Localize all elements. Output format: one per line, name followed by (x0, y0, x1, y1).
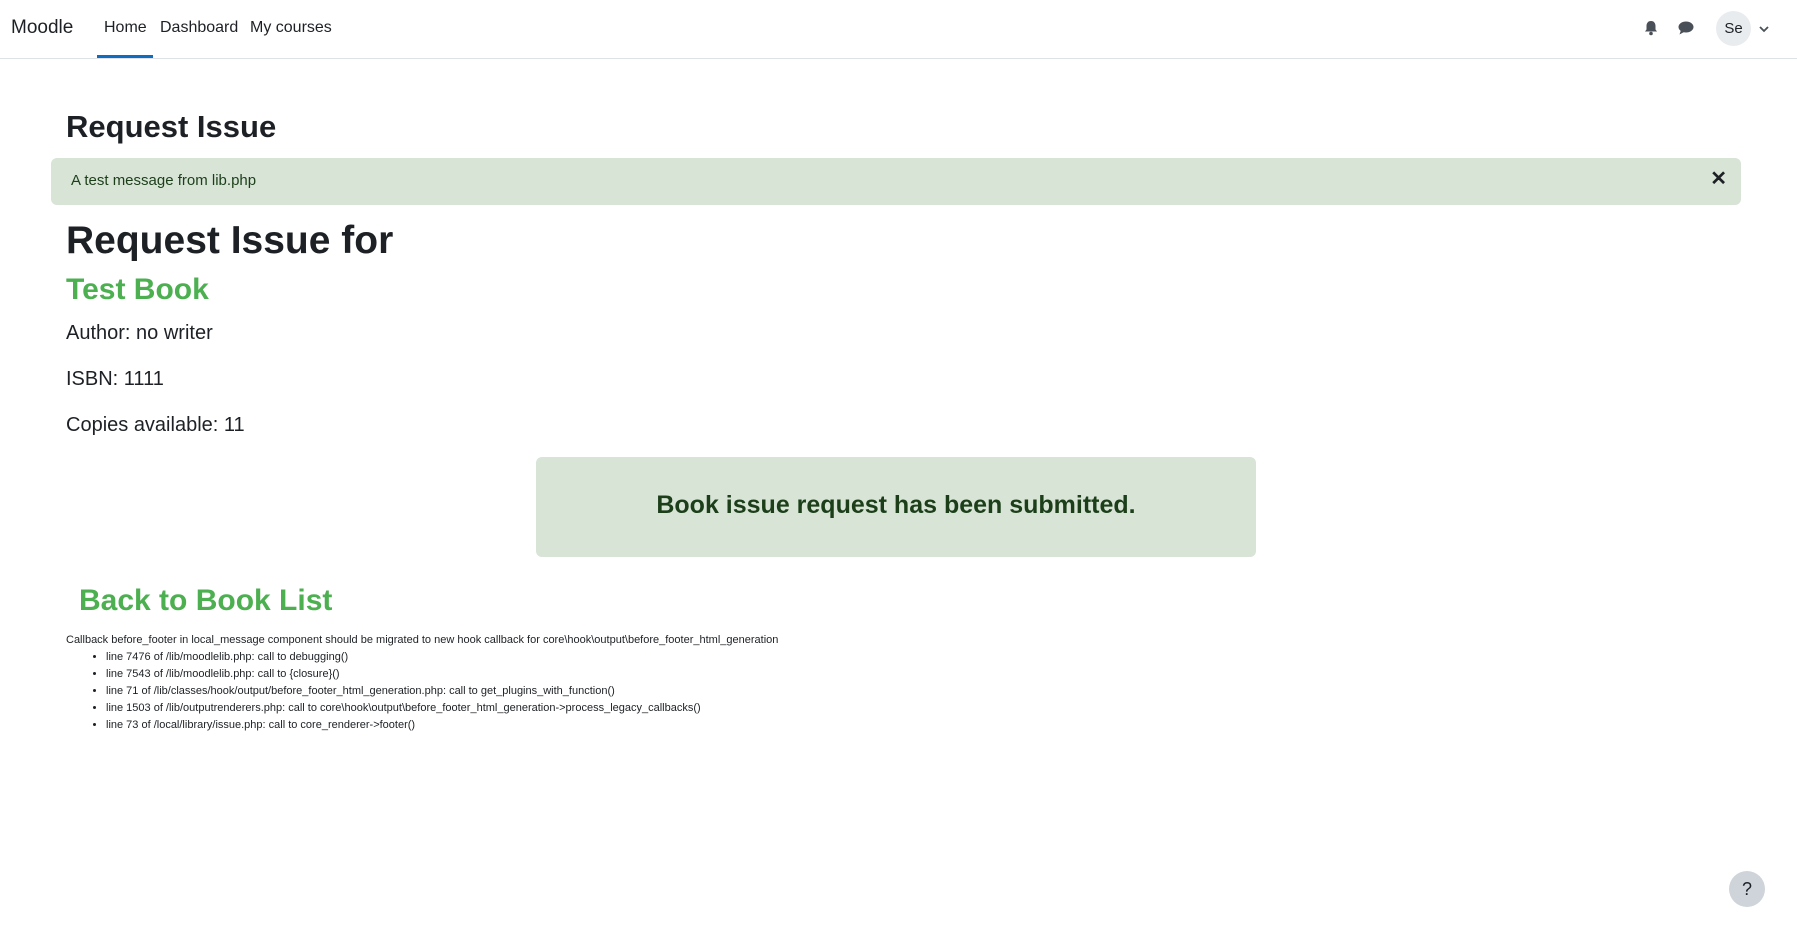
info-alert: A test message from lib.php ✕ (51, 158, 1741, 205)
debug-message: Callback before_footer in local_message … (66, 634, 779, 646)
site-brand[interactable]: Moodle (11, 17, 73, 39)
top-navbar: Moodle Home Dashboard My courses Se (0, 0, 1797, 59)
debug-trace-item: line 1503 of /lib/outputrenderers.php: c… (106, 700, 778, 717)
close-icon[interactable]: ✕ (1710, 169, 1727, 189)
debug-trace-item: line 7476 of /lib/moodlelib.php: call to… (106, 649, 778, 666)
user-avatar[interactable]: Se (1716, 11, 1751, 46)
nav-my-courses[interactable]: My courses (250, 19, 332, 37)
debug-trace-list: line 7476 of /lib/moodlelib.php: call to… (66, 649, 778, 734)
help-button[interactable]: ? (1729, 871, 1765, 907)
book-isbn: ISBN: 1111 (66, 368, 164, 390)
chat-icon[interactable] (1676, 18, 1696, 38)
nav-dashboard[interactable]: Dashboard (160, 19, 238, 37)
debug-trace-item: line 71 of /lib/classes/hook/output/befo… (106, 683, 778, 700)
book-copies: Copies available: 11 (66, 414, 245, 436)
bell-icon[interactable] (1641, 18, 1661, 38)
alert-message: A test message from lib.php (71, 172, 257, 189)
success-message: Book issue request has been submitted. (656, 491, 1136, 519)
request-issue-heading: Request Issue for (66, 219, 394, 262)
debug-output: Callback before_footer in local_message … (66, 633, 778, 734)
success-notification: Book issue request has been submitted. (536, 457, 1256, 557)
debug-trace-item: line 7543 of /lib/moodlelib.php: call to… (106, 666, 778, 683)
back-to-book-list-link[interactable]: Back to Book List (79, 584, 332, 618)
nav-home[interactable]: Home (104, 19, 147, 37)
book-author: Author: no writer (66, 322, 213, 344)
page-title: Request Issue (66, 109, 277, 144)
chevron-down-icon[interactable] (1758, 22, 1770, 34)
active-tab-indicator (97, 55, 153, 58)
book-title: Test Book (66, 273, 209, 306)
debug-trace-item: line 73 of /local/library/issue.php: cal… (106, 717, 778, 734)
